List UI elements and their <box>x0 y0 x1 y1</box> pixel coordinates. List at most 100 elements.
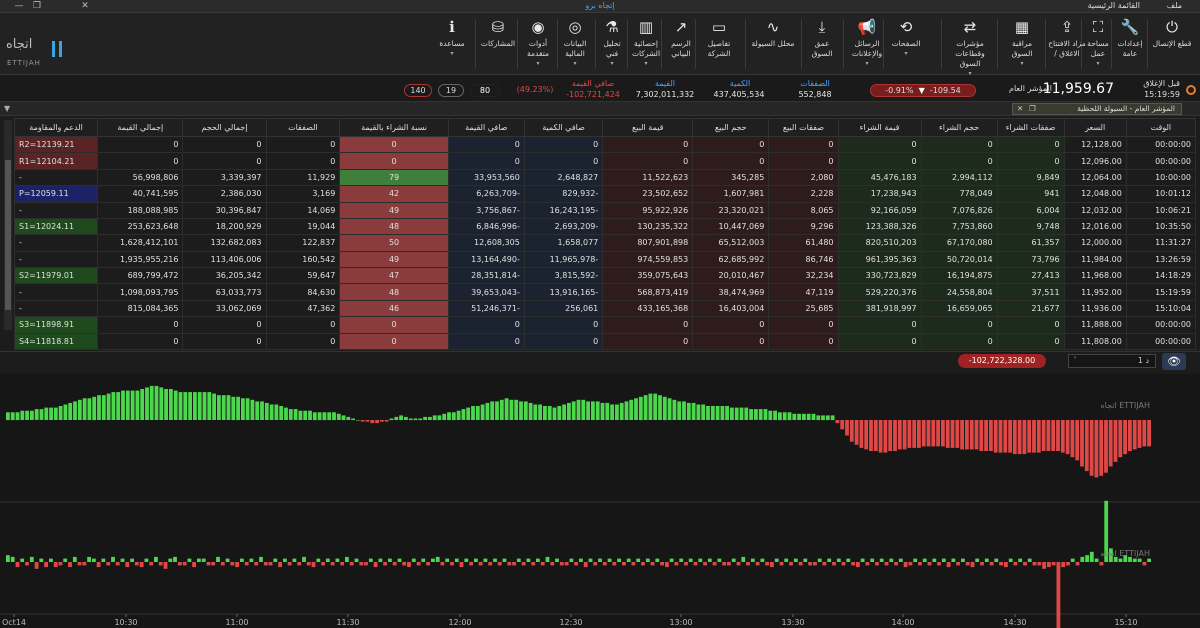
cumulative-bar <box>1046 420 1051 451</box>
table-cell: 0 <box>996 152 1065 170</box>
toolbar-financial-data-button[interactable]: ◎ البيانات المالية ▾ <box>560 15 590 73</box>
table-cell: 359,075,643 <box>602 266 694 285</box>
toolbar-pages-button[interactable]: ⟲ الصفحات ▾ <box>886 15 926 73</box>
table-row[interactable]: 13:26:59 11,984.00 73,796 50,720,014 961,395… <box>13 250 1197 269</box>
toolbar-open-close-auction-button[interactable]: ⇪ مزاد الافتتاح / الاغلاق <box>1048 15 1086 73</box>
minute-bar <box>244 562 249 566</box>
table-scrollbar[interactable] <box>4 120 12 330</box>
table-cell: 00:00:00 <box>1125 152 1197 170</box>
minute-bar <box>932 558 937 562</box>
toolbar-indices-sectors-button[interactable]: ⇄ مؤشرات وقطاعات السوق ▾ <box>944 15 996 77</box>
minute-bar <box>407 562 411 568</box>
x-tick-label: 15:10 <box>1114 618 1137 627</box>
table-row[interactable]: 00:00:00 12,096.00 0 0 0 0 0 0 0 0 0 0 0 0 R1=12104.21 <box>13 152 1197 170</box>
toolbar-messages-ads-button[interactable]: 📢 الرسائل والإعلانات ▾ <box>846 15 888 73</box>
period-select[interactable]: ˅ 1 د <box>1068 354 1156 368</box>
cumulative-bar <box>159 387 164 420</box>
column-header[interactable]: السعر <box>1063 118 1127 137</box>
cumulative-bar <box>648 393 653 420</box>
table-row[interactable]: 14:18:29 11,968.00 27,413 16,194,875 330,723… <box>13 266 1197 285</box>
table-cell: 47,119 <box>768 283 839 301</box>
toolbar-help-button[interactable]: ℹ مساعدة ▾ <box>436 15 468 73</box>
table-row[interactable]: 10:00:00 12,064.00 9,849 2,994,112 45,476,18… <box>13 168 1197 187</box>
toolbar-technical-analysis-button[interactable]: ⚗ تحليل فني ▾ <box>598 15 626 73</box>
toolbar-general-settings-button[interactable]: 🔧 إعدادات عامة <box>1114 15 1146 73</box>
minute-bar <box>970 562 975 568</box>
column-header[interactable]: الصفقات <box>265 118 341 137</box>
toolbar-liquidity-analyzer-button[interactable]: ∿ محلل السيولة <box>748 15 798 73</box>
minute-bar <box>115 562 120 566</box>
toolbar-market-depth-button[interactable]: ⤓ عمق السوق <box>804 15 840 73</box>
column-header[interactable]: صافي القيمة <box>447 118 525 137</box>
minute-bar <box>870 558 875 562</box>
panel-collapse-icon[interactable]: ▼ <box>4 104 10 113</box>
tab-close-icon[interactable]: ✕ <box>1017 104 1023 114</box>
target-icon: ◉ <box>531 18 545 36</box>
table-row[interactable]: 00:00:00 11,808.00 0 0 0 0 0 0 0 0 0 0 0 0 S4=11818.81 <box>13 332 1197 350</box>
cumulative-bar <box>662 396 667 421</box>
column-header[interactable]: قيمة البيع <box>602 118 694 137</box>
minute-bar <box>908 562 913 566</box>
table-row[interactable]: 10:06:21 12,032.00 6,004 7,076,826 92,166,05… <box>13 201 1197 219</box>
toolbar-company-details-button[interactable]: ▭ تفاصيل الشركة <box>698 15 740 73</box>
column-header[interactable]: الدعم والمقاومة <box>13 118 99 137</box>
toolbar-participations-button[interactable]: ⛁ المشاركات <box>478 15 518 73</box>
column-header[interactable]: صافي الكمية <box>523 118 604 137</box>
x-tick-label: Oct14 <box>2 618 26 627</box>
minute-bar <box>163 562 168 569</box>
column-header[interactable]: إجمالي الحجم <box>182 118 267 137</box>
column-header[interactable]: صفقات الشراء <box>996 118 1065 137</box>
cumulative-bar <box>787 412 792 421</box>
table-row[interactable]: 11:31:27 12,000.00 61,357 67,170,080 820,510… <box>13 234 1197 252</box>
toolbar-advanced-tools-button[interactable]: ◉ أدوات متقدمة ▾ <box>520 15 556 73</box>
table-row[interactable]: 15:10:04 11,936.00 21,677 16,659,065 381,918… <box>13 299 1197 318</box>
cumulative-bar <box>686 402 691 420</box>
cumulative-bar <box>466 407 471 420</box>
toolbar-charts-button[interactable]: ↗ الرسم البياني <box>664 15 698 73</box>
column-header[interactable]: صفقات البيع <box>768 118 839 137</box>
toolbar-market-watch-button[interactable]: ▦ مراقبة السوق ▾ <box>1000 15 1044 73</box>
tab-detach-icon[interactable]: ❐ <box>1029 104 1036 114</box>
cumulative-bar <box>461 409 466 420</box>
tab-liquidity[interactable]: ✕ ❐ المؤشر العام - السيولة اللحظية <box>1012 103 1182 115</box>
tab-title: المؤشر العام - السيولة اللحظية <box>1077 104 1175 113</box>
minute-bar <box>808 562 812 566</box>
table-cell: 17,238,943 <box>837 185 922 203</box>
chevron-down-icon: ˅ <box>1073 356 1077 365</box>
menu-file[interactable]: ملف <box>1167 1 1182 10</box>
eye-icon[interactable]: 👁 <box>1162 353 1186 370</box>
toolbar-disconnect-button[interactable]: ⏻ قطع الإتصال <box>1150 15 1194 73</box>
table-cell: 46 <box>339 299 449 318</box>
table-row[interactable]: 10:35:50 12,016.00 9,748 7,753,860 123,388,3… <box>13 217 1197 236</box>
toolbar-company-stats-button[interactable]: ▥ إحصائية الشركات ▾ <box>630 15 662 73</box>
column-header[interactable]: قيمة الشراء <box>837 118 922 137</box>
table-row[interactable]: 10:01:12 12,048.00 941 778,049 17,238,943 2,2… <box>13 185 1197 203</box>
column-header[interactable]: إجمالي القيمة <box>97 118 184 137</box>
minute-bar <box>927 562 932 566</box>
table-cell: - <box>13 283 99 301</box>
table-row[interactable]: 15:19:59 11,952.00 37,511 24,558,804 529,220… <box>13 283 1197 301</box>
minute-bar <box>746 562 750 566</box>
cumulative-bar <box>984 420 988 451</box>
cumulative-bar <box>202 392 207 420</box>
table-row[interactable]: 00:00:00 12,128.00 0 0 0 0 0 0 0 0 0 0 0 0 R2=12139.21 <box>13 135 1197 154</box>
minute-bar <box>478 562 483 566</box>
column-header[interactable]: الوقت <box>1125 118 1197 137</box>
table-cell: 12,128.00 <box>1063 135 1127 154</box>
scroll-thumb[interactable] <box>5 160 11 310</box>
minute-bar <box>1047 562 1051 568</box>
menu-main[interactable]: القائمة الرئيسية <box>1088 1 1140 10</box>
column-header[interactable]: حجم الشراء <box>920 118 998 137</box>
toolbar-separator <box>557 19 558 69</box>
column-header[interactable]: حجم البيع <box>692 118 770 137</box>
minute-bar <box>660 562 664 566</box>
toolbar-workspace-button[interactable]: ⛶ مساحة عمل ▾ <box>1084 15 1112 73</box>
table-cell: 0 <box>768 135 839 154</box>
minute-bar <box>975 558 980 562</box>
download-icon: ⤓ <box>818 18 826 36</box>
toolbar-label: مساحة عمل <box>1087 39 1109 58</box>
minute-bar <box>368 558 373 562</box>
table-row[interactable]: 00:00:00 11,888.00 0 0 0 0 0 0 0 0 0 0 0 0 S3=11898.91 <box>13 316 1197 334</box>
column-header[interactable]: نسبة الشراء بالقيمة <box>339 118 449 137</box>
chart-line-icon: ↗ <box>674 18 688 36</box>
